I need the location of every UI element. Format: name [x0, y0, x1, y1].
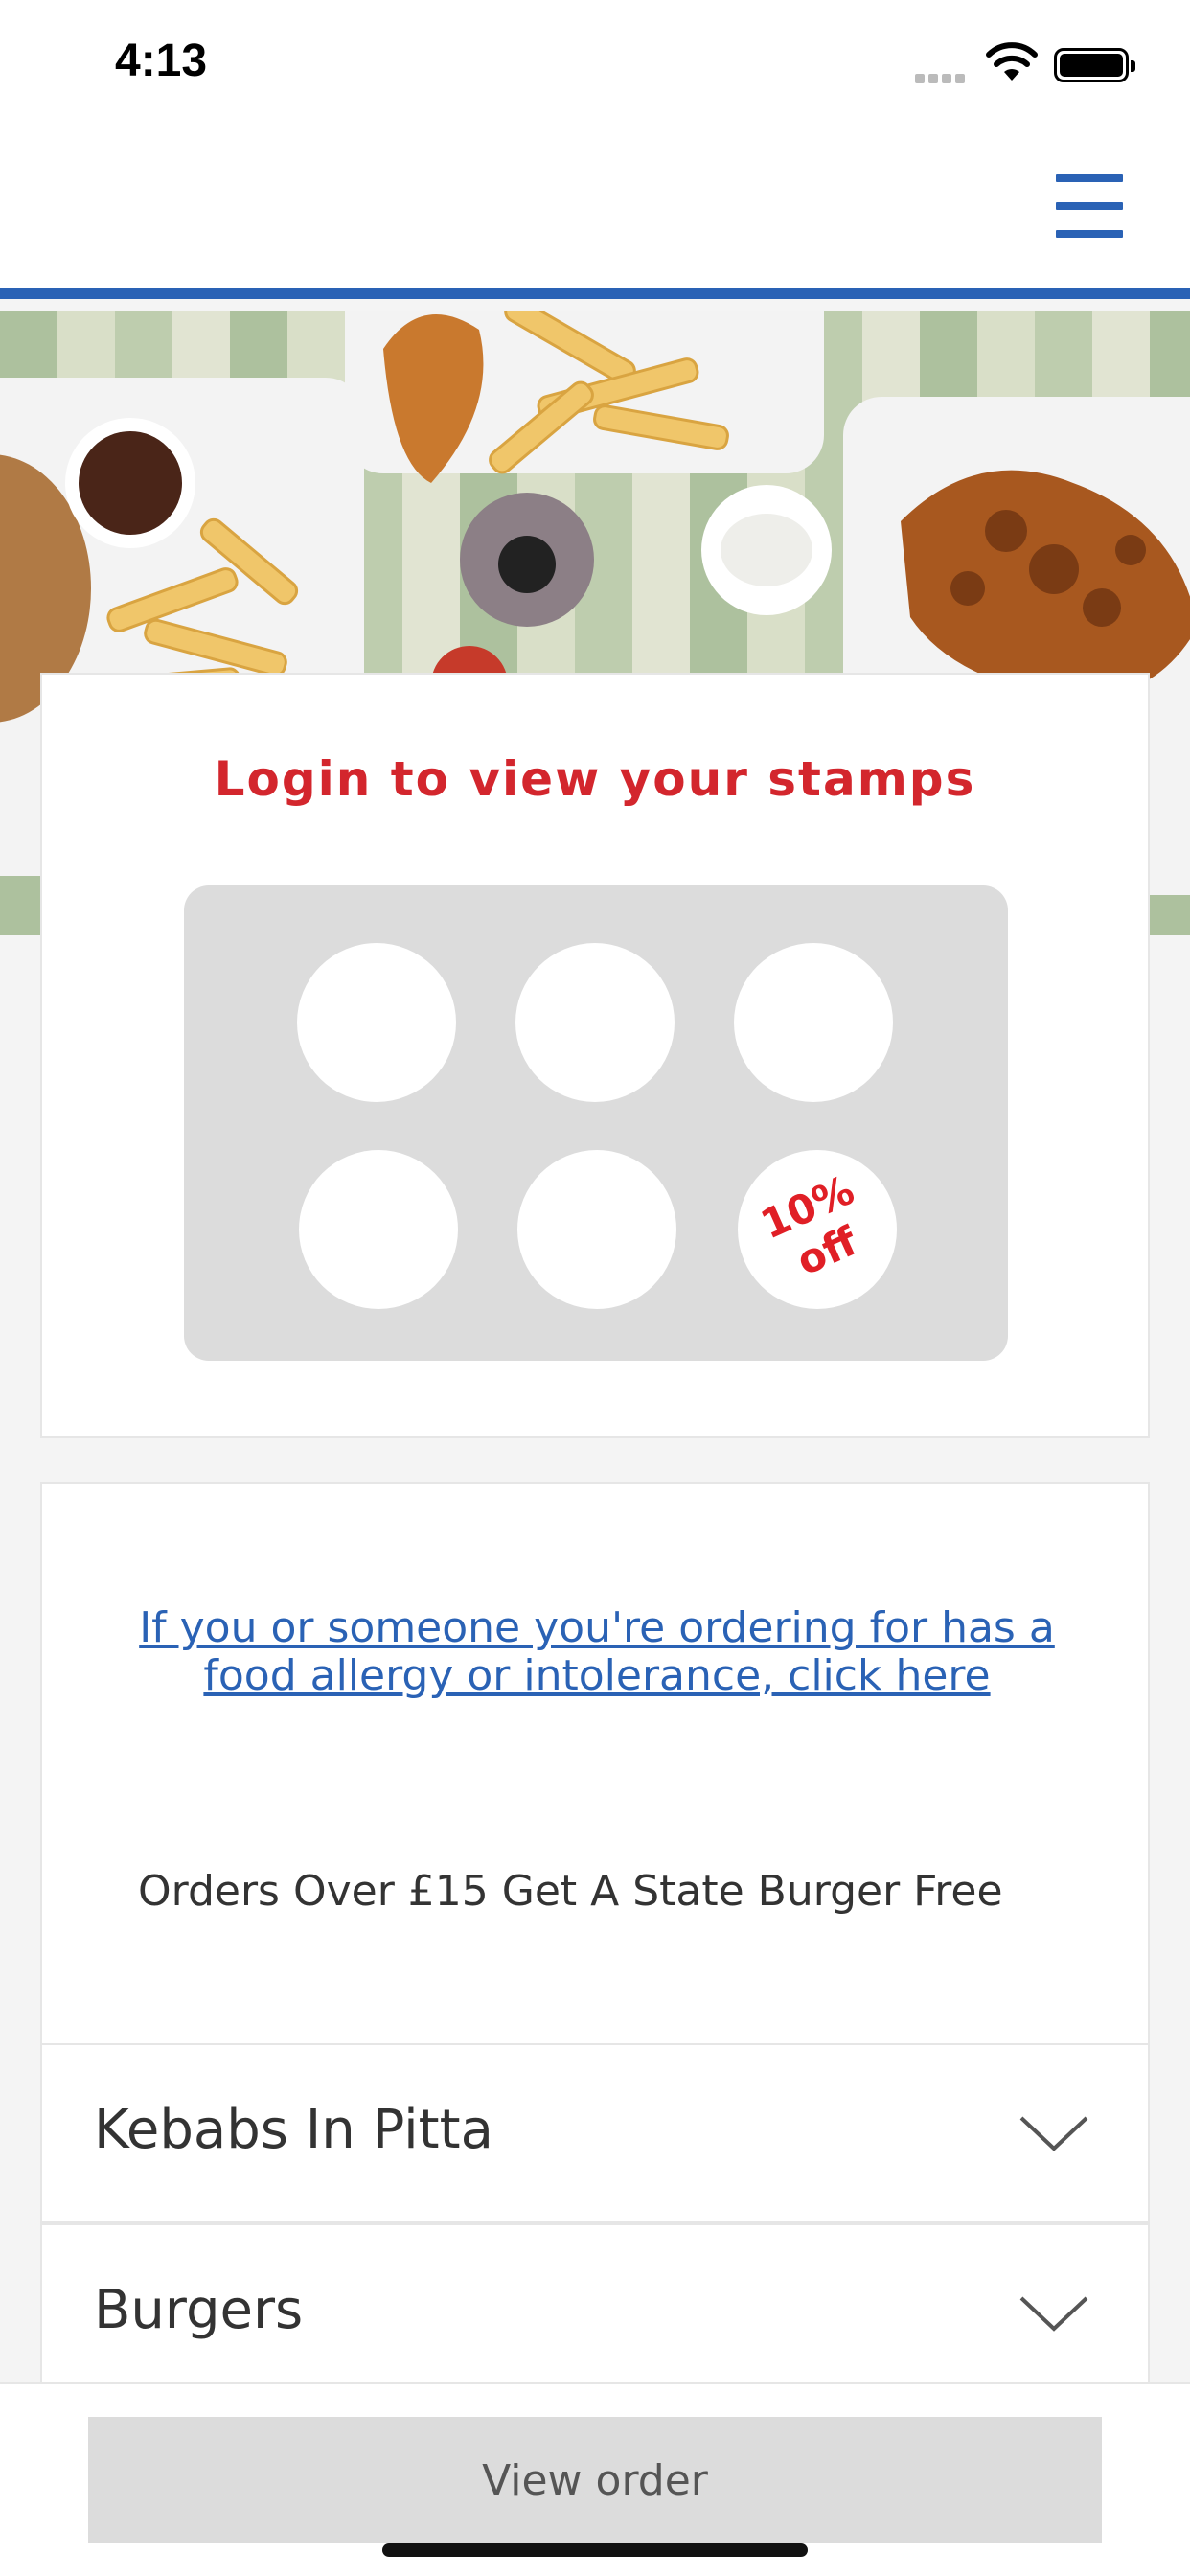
- wifi-icon: [986, 42, 1038, 80]
- promo-text: Orders Over £15 Get A State Burger Free: [138, 1867, 1003, 1916]
- info-card: If you or someone you're ordering for ha…: [40, 1482, 1150, 2045]
- loyalty-stamp-card: Login to view your stamps 10% off: [40, 673, 1150, 1438]
- hamburger-menu-icon[interactable]: [1056, 174, 1123, 238]
- stamp-slot: [299, 1150, 458, 1309]
- bottom-bar: View order: [0, 2382, 1190, 2576]
- app-header: [0, 125, 1190, 299]
- stamp-board: 10% off: [184, 886, 1008, 1361]
- chevron-down-icon: [1019, 2296, 1088, 2332]
- stamp-slot: [297, 943, 456, 1102]
- stamp-slot: [517, 1150, 676, 1309]
- category-label: Burgers: [94, 2279, 304, 2341]
- category-kebabs-in-pitta[interactable]: Kebabs In Pitta: [40, 2043, 1150, 2223]
- cellular-signal-icon: [915, 69, 969, 87]
- reward-stamp: 10% off: [738, 1150, 897, 1309]
- battery-icon: [1054, 48, 1135, 82]
- category-label: Kebabs In Pitta: [94, 2099, 493, 2161]
- category-burgers[interactable]: Burgers: [40, 2223, 1150, 2404]
- allergy-info-link[interactable]: If you or someone you're ordering for ha…: [100, 1604, 1094, 1700]
- status-bar: 4:13: [0, 0, 1190, 125]
- stamp-slot: [734, 943, 893, 1102]
- home-indicator: [382, 2543, 808, 2557]
- chevron-down-icon: [1019, 2116, 1088, 2151]
- status-time: 4:13: [115, 35, 208, 86]
- view-order-button[interactable]: View order: [88, 2417, 1102, 2543]
- stamp-card-title[interactable]: Login to view your stamps: [42, 751, 1148, 807]
- reward-label: 10% off: [753, 1165, 864, 1285]
- stamp-slot: [515, 943, 675, 1102]
